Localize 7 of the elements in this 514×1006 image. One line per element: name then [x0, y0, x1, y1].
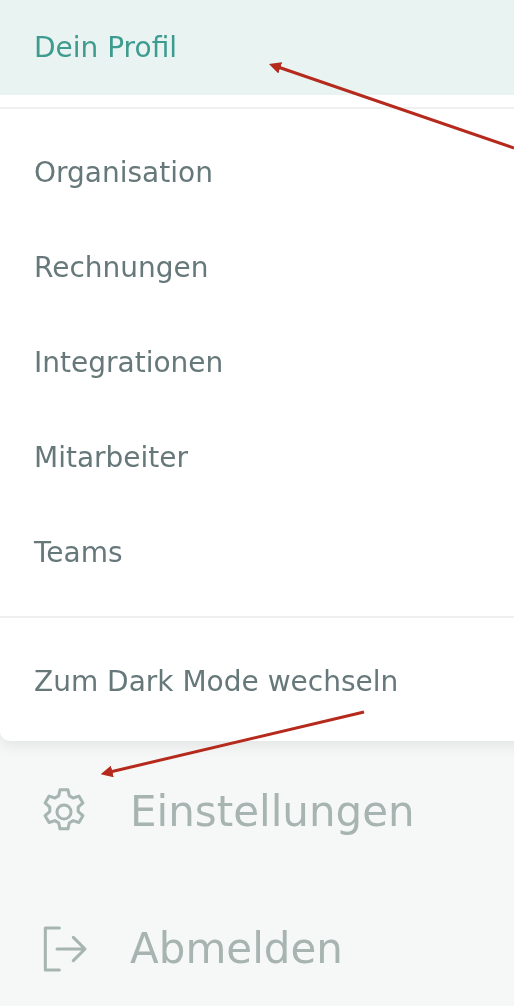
menu-item[interactable]: Mitarbeiter [0, 410, 514, 505]
menu-item[interactable]: Teams [0, 505, 514, 600]
menu-item[interactable]: Rechnungen [0, 220, 514, 315]
menu-item[interactable]: Dein Profil [0, 0, 514, 95]
menu-item[interactable]: Organisation [0, 125, 514, 220]
menu-item[interactable]: Integrationen [0, 315, 514, 410]
menu-item[interactable]: Zum Dark Mode wechseln [0, 634, 514, 729]
